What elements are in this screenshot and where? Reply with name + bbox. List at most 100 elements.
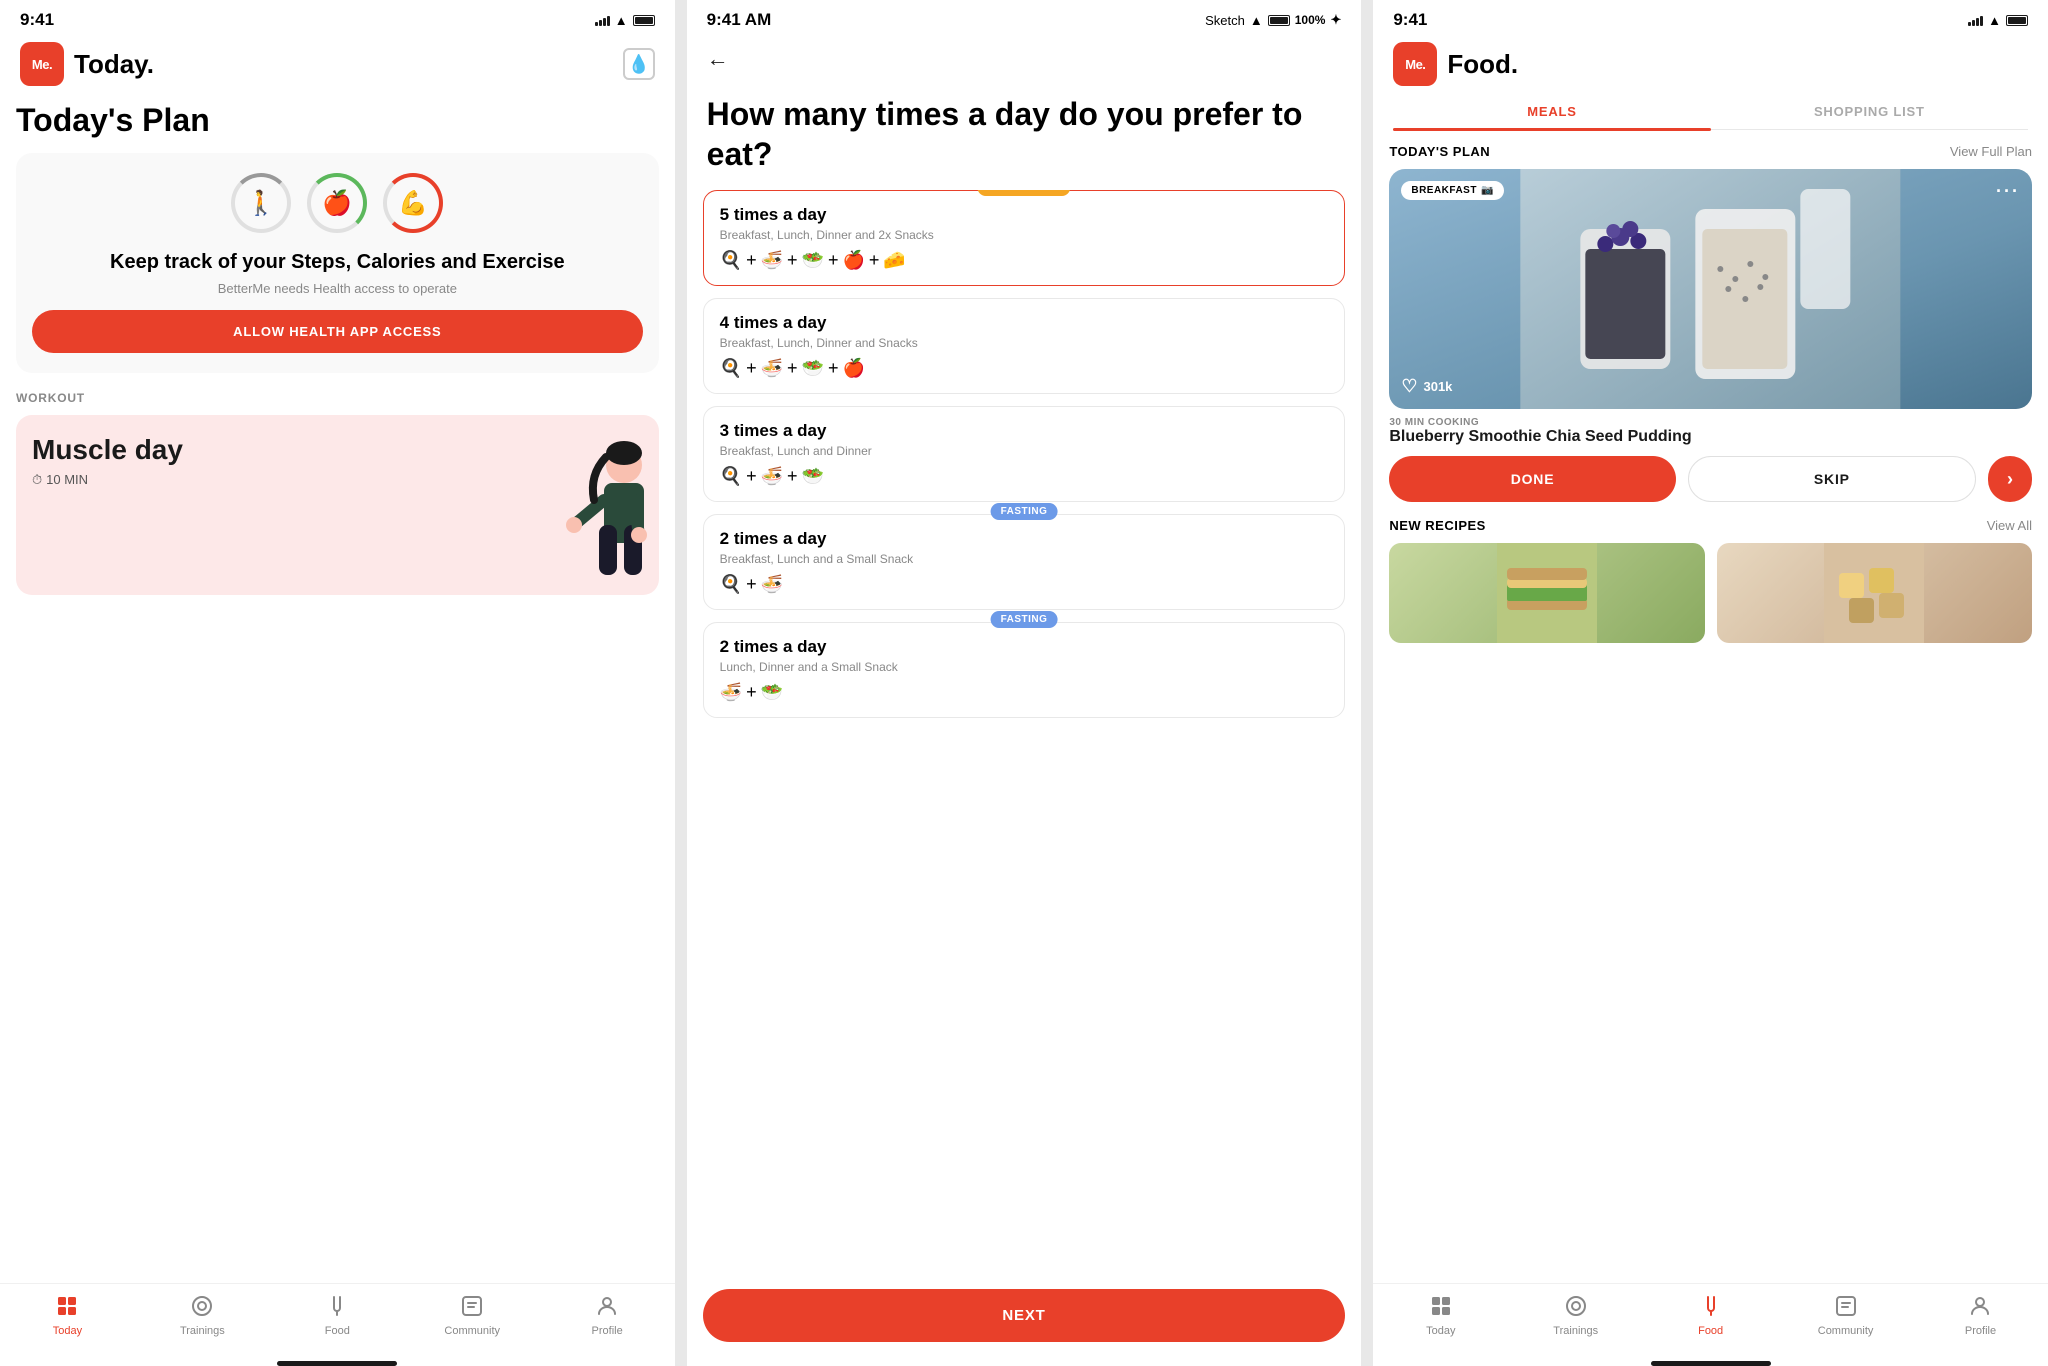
health-icons-row: 🚶 🍎 💪 (32, 173, 643, 233)
more-options-icon[interactable]: ··· (1996, 181, 2020, 202)
nav-food-s3[interactable]: Food (1681, 1294, 1741, 1337)
egg-icon-3: 🍳 (720, 466, 742, 487)
tab-meals[interactable]: MEALS (1393, 94, 1710, 129)
heart-icon: ♡ (1401, 376, 1417, 397)
nav-trainings-s3[interactable]: Trainings (1546, 1294, 1606, 1337)
breakfast-card[interactable]: BREAKFAST 📷 ··· ♡ 301k (1389, 169, 2032, 409)
view-all-link[interactable]: View All (1987, 518, 2032, 533)
s1-main-content: Today's Plan 🚶 🍎 💪 Keep track of your St… (0, 94, 675, 1283)
fasting-badge-a: FASTING (991, 503, 1058, 520)
food-tabs: MEALS SHOPPING LIST (1393, 94, 2028, 130)
nav-profile-s1[interactable]: Profile (577, 1294, 637, 1337)
exercise-circle: 💪 (383, 173, 443, 233)
recipe-thumb-2[interactable] (1717, 543, 2032, 643)
back-button[interactable]: ← (707, 46, 729, 71)
workout-duration: ⏱ 10 MIN (32, 472, 183, 488)
egg-icon: 🍳 (720, 250, 742, 271)
meal-option-4x-sub: Breakfast, Lunch, Dinner and Snacks (720, 336, 1329, 350)
nav-label-profile-s3: Profile (1965, 1325, 1996, 1337)
workout-title: Muscle day (32, 435, 183, 466)
status-bar-s3: 9:41 ▲ (1373, 0, 2048, 34)
app-name-s2: Sketch (1205, 13, 1245, 28)
battery-icon-s3 (2006, 15, 2028, 26)
nav-label-today-s1: Today (53, 1325, 82, 1337)
steps-circle: 🚶 (231, 173, 291, 233)
meal-option-2x-b-title: 2 times a day (720, 637, 1329, 657)
nav-label-community-s1: Community (444, 1325, 500, 1337)
water-icon[interactable]: 💧 (623, 48, 655, 80)
health-tracking-card: 🚶 🍎 💪 Keep track of your Steps, Calories… (16, 153, 659, 373)
breakfast-image (1389, 169, 2032, 409)
header-title-s3: Food. (1447, 49, 2028, 80)
breakfast-label: BREAKFAST (1411, 185, 1477, 196)
salad-icon: 🥗 (802, 250, 824, 271)
recipe-thumb-1[interactable] (1389, 543, 1704, 643)
meal-option-3x[interactable]: 3 times a day Breakfast, Lunch and Dinne… (703, 406, 1346, 502)
skip-button[interactable]: SKIP (1688, 456, 1976, 502)
next-button[interactable]: NEXT (703, 1289, 1346, 1342)
nav-trainings-s1[interactable]: Trainings (172, 1294, 232, 1337)
soup-icon-4: 🍜 (761, 358, 783, 379)
done-button[interactable]: DONE (1389, 456, 1675, 502)
meal-option-2x-a-title: 2 times a day (720, 529, 1329, 549)
nav-community-s1[interactable]: Community (442, 1294, 502, 1337)
salad-icon-3: 🥗 (802, 466, 824, 487)
wifi-icon-s3: ▲ (1988, 13, 2001, 28)
nav-label-food-s3: Food (1698, 1325, 1723, 1337)
new-recipes-label: NEW RECIPES (1389, 518, 1486, 533)
meal-option-3x-title: 3 times a day (720, 421, 1329, 441)
view-full-plan-link[interactable]: View Full Plan (1950, 144, 2032, 159)
meal-option-5x-emojis: 🍳 + 🍜 + 🥗 + 🍎 + 🧀 (720, 250, 1329, 271)
signal-icon-s1 (595, 14, 610, 26)
more-button[interactable]: › (1988, 456, 2032, 502)
wifi-icon-s1: ▲ (615, 13, 628, 28)
today-plan-title: Today's Plan (16, 102, 659, 139)
meal-option-5x-title: 5 times a day (720, 205, 1329, 225)
nav-today-s1[interactable]: Today (37, 1294, 97, 1337)
logo-badge-s3: Me. (1393, 42, 1437, 86)
header-title-s1: Today. (74, 49, 623, 80)
nav-community-s3[interactable]: Community (1816, 1294, 1876, 1337)
screen-food: 9:41 ▲ Me. Food. MEALS SHOPPING LIST (1373, 0, 2048, 1366)
nav-profile-s3[interactable]: Profile (1950, 1294, 2010, 1337)
status-icons-s2: Sketch ▲ 100% ✦ (1205, 12, 1341, 28)
signal-icon-s3 (1968, 14, 1983, 26)
community-icon-s1 (460, 1294, 484, 1322)
meal-option-5x[interactable]: BEST OPTION 5 times a day Breakfast, Lun… (703, 190, 1346, 286)
profile-icon-s3 (1968, 1294, 1992, 1322)
status-bar-s1: 9:41 ▲ (0, 0, 675, 34)
like-count-row: ♡ 301k (1401, 376, 1452, 397)
s2-nav-header: ← (687, 34, 1362, 84)
cooking-time: 30 MIN COOKING (1389, 417, 2032, 428)
meal-option-2x-a[interactable]: FASTING 2 times a day Breakfast, Lunch a… (703, 514, 1346, 610)
trainings-icon-s1 (190, 1294, 214, 1322)
food-icon-s1 (325, 1294, 349, 1322)
health-card-title: Keep track of your Steps, Calories and E… (32, 249, 643, 275)
status-icons-s3: ▲ (1968, 13, 2028, 28)
workout-section-label: WORKOUT (16, 391, 659, 405)
apple-icon-4: 🍎 (842, 358, 864, 379)
screen-today: 9:41 ▲ Me. Today. 💧 Today's Plan (0, 0, 675, 1366)
clock-icon: ⏱ (32, 472, 42, 488)
tab-shopping-list[interactable]: SHOPPING LIST (1711, 94, 2028, 129)
meal-option-2x-b[interactable]: FASTING 2 times a day Lunch, Dinner and … (703, 622, 1346, 718)
meal-name: Blueberry Smoothie Chia Seed Pudding (1389, 428, 2032, 446)
app-header-s1: Me. Today. 💧 (0, 34, 675, 94)
nav-today-s3[interactable]: Today (1411, 1294, 1471, 1337)
nav-food-s1[interactable]: Food (307, 1294, 367, 1337)
status-time-s1: 9:41 (20, 10, 54, 30)
action-buttons-row: DONE SKIP › (1389, 456, 2032, 502)
meal-option-4x[interactable]: 4 times a day Breakfast, Lunch, Dinner a… (703, 298, 1346, 394)
today-plan-label: TODAY'S PLAN (1389, 144, 1490, 159)
allow-health-access-button[interactable]: ALLOW HEALTH APP ACCESS (32, 310, 643, 353)
egg-icon-2a: 🍳 (720, 574, 742, 595)
wifi-s2: ▲ (1250, 13, 1263, 28)
meal-option-2x-b-emojis: 🍜 + 🥗 (720, 682, 1329, 703)
today-icon-s3 (1429, 1294, 1453, 1322)
workout-card-text: Muscle day ⏱ 10 MIN (32, 435, 183, 488)
meal-option-3x-sub: Breakfast, Lunch and Dinner (720, 444, 1329, 458)
home-indicator-s3 (1651, 1361, 1771, 1366)
soup-icon-2a: 🍜 (761, 574, 783, 595)
workout-card[interactable]: Muscle day ⏱ 10 MIN (16, 415, 659, 595)
home-indicator-s1 (277, 1361, 397, 1366)
